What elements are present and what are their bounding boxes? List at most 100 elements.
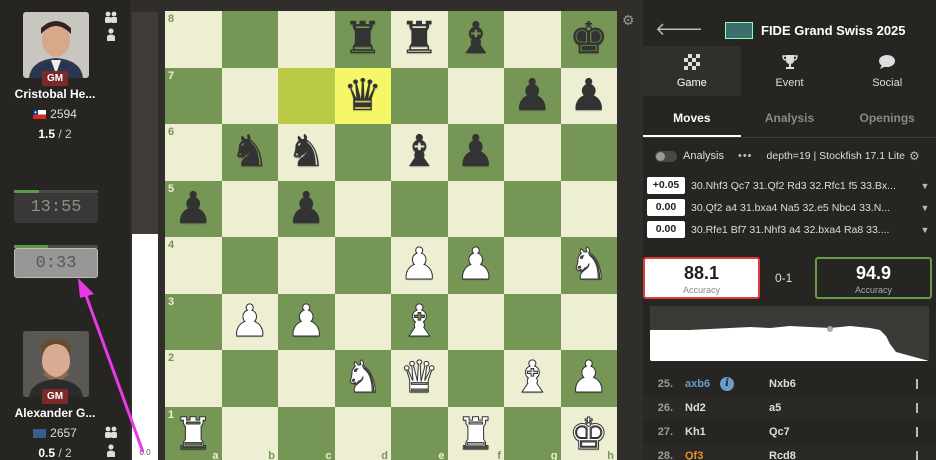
white-pawn-icon[interactable]: ♟	[286, 299, 326, 344]
square-c1[interactable]: c	[278, 406, 335, 460]
white-move[interactable]: Qf3	[685, 450, 769, 460]
square-e3[interactable]: ♝	[391, 293, 448, 350]
black-queen-icon[interactable]: ♛	[343, 73, 382, 118]
black-pawn-icon[interactable]: ♟	[287, 186, 326, 231]
chess-board[interactable]: 8 ♜ ♜ ♝ ♚ 7 ♛ ♟ ♟ 6 ♞ ♞ ♝ ♟ 5 ♟ ♟ 4 ♟ ♟ ♞ 3 ♟ ♟ ♝ 2 ♞ ♛ ♝ ♟ 1 a ♜ b c d e f ♜ g…	[165, 11, 617, 460]
square-b1[interactable]: b	[221, 406, 278, 460]
white-pawn-icon[interactable]: ♟	[230, 299, 270, 344]
square-e1[interactable]: e	[391, 406, 448, 460]
square-g8[interactable]	[504, 11, 561, 68]
event-title[interactable]: FIDE Grand Swiss 2025	[761, 23, 906, 38]
square-g7[interactable]: ♟	[504, 67, 561, 124]
black-pawn-icon[interactable]: ♟	[174, 186, 213, 231]
engine-settings-gear-icon[interactable]: ⚙	[909, 149, 920, 163]
bottom-player-avatar[interactable]	[23, 331, 89, 397]
square-g2[interactable]: ♝	[504, 350, 561, 407]
subtab-openings[interactable]: Openings	[838, 100, 936, 137]
white-rook-icon[interactable]: ♜	[173, 412, 213, 457]
more-options-icon[interactable]: •••	[738, 150, 753, 162]
square-f2[interactable]	[447, 350, 504, 407]
subtab-moves[interactable]: Moves	[643, 100, 741, 137]
square-h3[interactable]	[560, 293, 617, 350]
black-move[interactable]: a5	[769, 402, 869, 414]
chevron-down-icon[interactable]: ▼	[918, 181, 932, 191]
player-icon[interactable]	[106, 444, 116, 460]
square-e2[interactable]: ♛	[391, 350, 448, 407]
engine-line[interactable]: 0.00 30.Qf2 a4 31.bxa4 Na5 32.e5 Nbc4 33…	[647, 197, 932, 218]
square-d3[interactable]	[334, 293, 391, 350]
square-a3[interactable]: 3	[165, 293, 222, 350]
black-accuracy-card[interactable]: 94.9 Accuracy	[815, 257, 932, 299]
black-bishop-icon[interactable]: ♝	[456, 17, 495, 61]
square-b7[interactable]	[221, 67, 278, 124]
square-f8[interactable]: ♝	[447, 11, 504, 68]
player-icon[interactable]	[106, 28, 116, 44]
compare-players-icon[interactable]	[104, 11, 118, 26]
square-b4[interactable]	[221, 237, 278, 294]
board-settings-gear-icon[interactable]: ⚙	[622, 12, 635, 29]
black-bishop-icon[interactable]: ♝	[400, 130, 439, 174]
square-c5[interactable]: ♟	[278, 180, 335, 237]
chevron-down-icon[interactable]: ▼	[918, 203, 932, 213]
white-bishop-icon[interactable]: ♝	[512, 355, 552, 400]
square-a2[interactable]: 2	[165, 350, 222, 407]
chevron-down-icon[interactable]: ▼	[918, 225, 932, 235]
square-d4[interactable]	[334, 237, 391, 294]
square-g1[interactable]: g	[504, 406, 561, 460]
square-b2[interactable]	[221, 350, 278, 407]
back-arrow-icon[interactable]: 🡐	[655, 19, 703, 40]
black-pawn-icon[interactable]: ♟	[513, 73, 552, 118]
square-c2[interactable]	[278, 350, 335, 407]
square-f6[interactable]: ♟	[447, 124, 504, 181]
black-rook-icon[interactable]: ♜	[343, 17, 382, 61]
black-rook-icon[interactable]: ♜	[400, 17, 439, 61]
square-h7[interactable]: ♟	[560, 67, 617, 124]
black-knight-icon[interactable]: ♞	[287, 130, 326, 174]
square-c3[interactable]: ♟	[278, 293, 335, 350]
tab-game[interactable]: Game	[643, 46, 741, 96]
square-h4[interactable]: ♞	[560, 237, 617, 294]
white-king-icon[interactable]: ♚	[569, 412, 609, 457]
info-icon[interactable]: i	[720, 377, 735, 391]
evaluation-graph[interactable]	[650, 306, 929, 361]
square-f1[interactable]: f ♜	[447, 406, 504, 460]
black-pawn-icon[interactable]: ♟	[456, 130, 495, 174]
square-d6[interactable]	[334, 124, 391, 181]
square-d7[interactable]: ♛	[334, 67, 391, 124]
square-c7[interactable]	[278, 67, 335, 124]
square-b5[interactable]	[221, 180, 278, 237]
square-h5[interactable]	[560, 180, 617, 237]
engine-line[interactable]: +0.05 30.Nhf3 Qc7 31.Qf2 Rd3 32.Rfc1 f5 …	[647, 175, 932, 196]
white-knight-icon[interactable]: ♞	[343, 355, 383, 400]
square-d1[interactable]: d	[334, 406, 391, 460]
square-a8[interactable]: 8	[165, 11, 222, 68]
white-knight-icon[interactable]: ♞	[569, 242, 609, 287]
black-king-icon[interactable]: ♚	[569, 17, 608, 61]
white-move[interactable]: Nd2	[685, 402, 769, 414]
white-pawn-icon[interactable]: ♟	[456, 242, 496, 287]
square-d5[interactable]	[334, 180, 391, 237]
black-pawn-icon[interactable]: ♟	[569, 73, 608, 118]
subtab-analysis[interactable]: Analysis	[741, 100, 839, 137]
square-h2[interactable]: ♟	[560, 350, 617, 407]
square-g4[interactable]	[504, 237, 561, 294]
black-move[interactable]: Qc7	[769, 426, 869, 438]
square-a6[interactable]: 6	[165, 124, 222, 181]
square-f5[interactable]	[447, 180, 504, 237]
square-h8[interactable]: ♚	[560, 11, 617, 68]
square-b8[interactable]	[221, 11, 278, 68]
square-b6[interactable]: ♞	[221, 124, 278, 181]
square-a7[interactable]: 7	[165, 67, 222, 124]
white-accuracy-card[interactable]: 88.1 Accuracy	[643, 257, 760, 299]
square-b3[interactable]: ♟	[221, 293, 278, 350]
square-e4[interactable]: ♟	[391, 237, 448, 294]
square-e8[interactable]: ♜	[391, 11, 448, 68]
square-e6[interactable]: ♝	[391, 124, 448, 181]
white-pawn-icon[interactable]: ♟	[399, 242, 439, 287]
black-move[interactable]: Rcd8	[769, 450, 869, 460]
square-f7[interactable]	[447, 67, 504, 124]
top-player-name[interactable]: Cristobal He...	[0, 87, 110, 101]
square-a5[interactable]: 5 ♟	[165, 180, 222, 237]
square-h6[interactable]	[560, 124, 617, 181]
square-d2[interactable]: ♞	[334, 350, 391, 407]
